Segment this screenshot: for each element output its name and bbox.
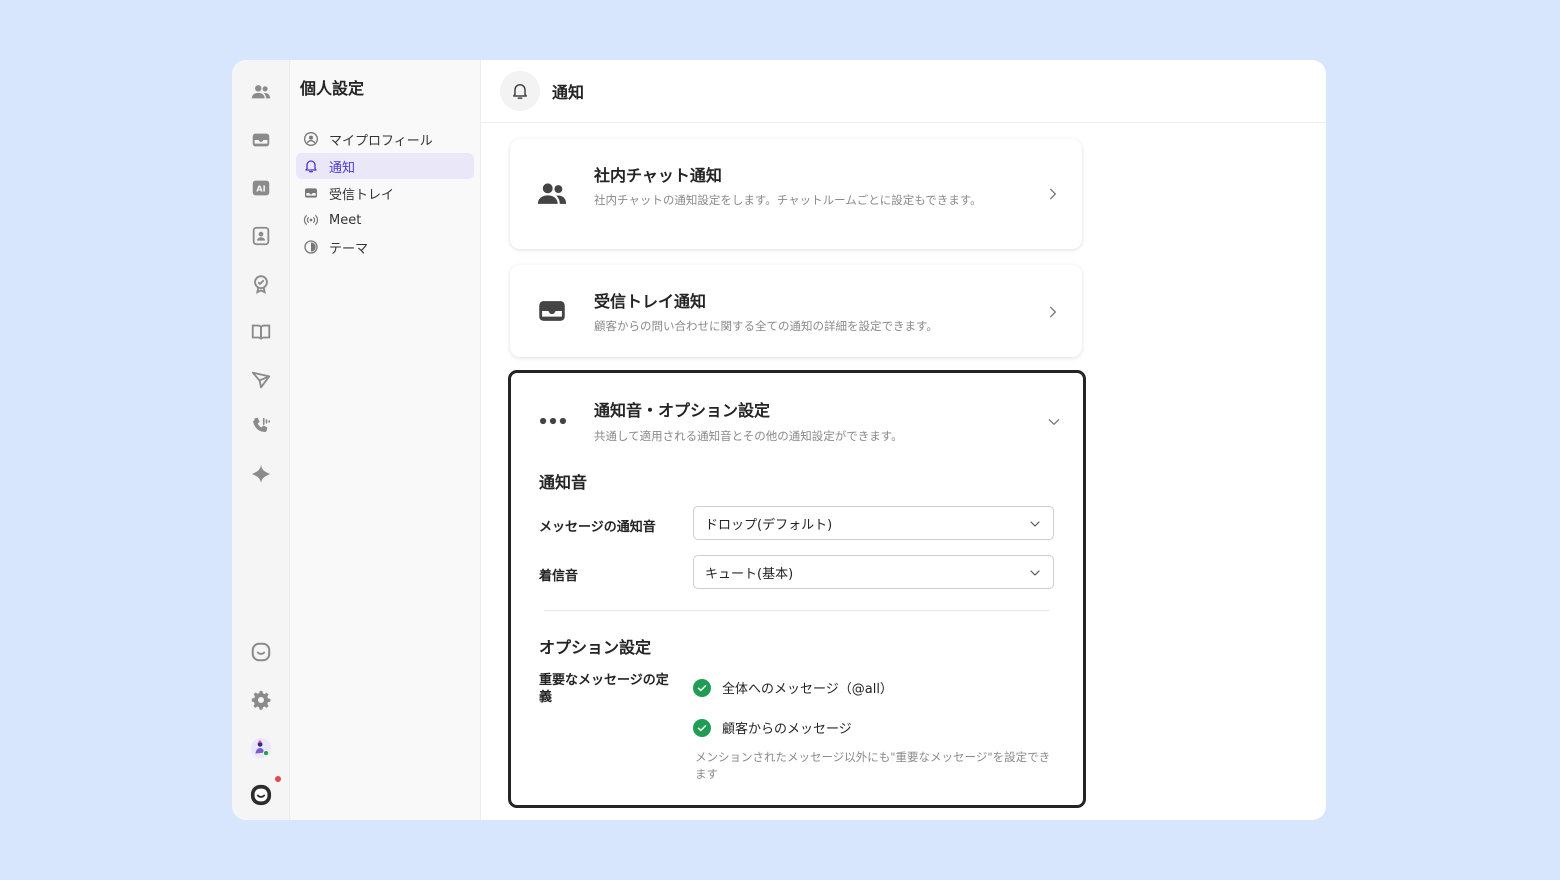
chevron-right-icon xyxy=(1050,188,1056,200)
nav-item-label: Meet xyxy=(329,212,362,228)
chat-notification-card[interactable]: 社内チャット通知 社内チャットの通知設定をします。チャットルームごとに設定もでき… xyxy=(510,139,1082,249)
gear-icon xyxy=(251,690,271,710)
card-title: 社内チャット通知 xyxy=(594,166,722,185)
nav-item-theme[interactable]: テーマ xyxy=(296,234,474,260)
badge-rail-button[interactable] xyxy=(245,268,277,300)
inbox-icon xyxy=(534,293,570,329)
chevron-down-icon xyxy=(1048,419,1060,425)
check-label: 全体へのメッセージ（@all） xyxy=(722,682,893,697)
inbox-icon xyxy=(302,184,320,202)
sound-option-card: 通知音・オプション設定 共通して適用される通知音とその他の通知設定ができます。 … xyxy=(508,370,1086,808)
nav-item-label: 受信トレイ xyxy=(329,187,395,203)
users-icon xyxy=(251,85,271,99)
settings-nav: 個人設定 マイプロフィール 通知 受信トレイ Meet テーマ xyxy=(290,60,481,820)
app-rail: AI xyxy=(232,60,290,820)
card-title: 受信トレイ通知 xyxy=(594,292,707,311)
notification-dot xyxy=(275,776,281,782)
inbox-rail-button[interactable] xyxy=(245,124,277,156)
section-divider xyxy=(544,610,1049,611)
contrast-icon xyxy=(302,238,320,256)
card-description: 共通して適用される通知音とその他の通知設定ができます。 xyxy=(594,429,903,443)
phone-rail-button[interactable] xyxy=(245,410,277,442)
send-icon xyxy=(251,371,271,389)
settings-nav-title: 個人設定 xyxy=(300,79,365,98)
award-check-icon xyxy=(254,275,268,294)
check-all-message[interactable]: 全体へのメッセージ（@all） xyxy=(693,678,893,697)
sound-section-title: 通知音 xyxy=(539,473,588,492)
nav-item-my-profile[interactable]: マイプロフィール xyxy=(296,126,474,152)
ai-rail-button[interactable]: AI xyxy=(245,172,277,204)
select-value: キュート(基本) xyxy=(705,566,794,582)
check-label: 顧客からのメッセージ xyxy=(722,722,852,737)
page-header: 通知 xyxy=(481,60,1326,123)
nav-item-label: 通知 xyxy=(329,160,356,176)
message-sound-label: メッセージの通知音 xyxy=(539,520,656,535)
broadcast-icon xyxy=(302,211,320,229)
check-customer-message[interactable]: 顧客からのメッセージ xyxy=(693,718,852,737)
more-dots-icon xyxy=(535,403,571,439)
ringtone-label: 着信音 xyxy=(539,569,579,584)
contacts-rail-button[interactable] xyxy=(245,220,277,252)
sound-option-card-header[interactable]: 通知音・オプション設定 共通して適用される通知音とその他の通知設定ができます。 xyxy=(511,373,1083,453)
app-window: AI 個人設定 マイプロフィール 通知 受信トレイ Meet テーマ 通知 社内… xyxy=(232,60,1326,820)
important-message-help: メンションされたメッセージ以外にも"重要なメッセージ"を設定できます xyxy=(695,750,1051,781)
bell-icon xyxy=(302,157,320,175)
nav-item-label: マイプロフィール xyxy=(329,133,433,149)
chat-bubble-icon xyxy=(251,642,271,662)
main-panel: 通知 社内チャット通知 社内チャットの通知設定をします。チャットルームごとに設定… xyxy=(481,60,1326,820)
card-title: 通知音・オプション設定 xyxy=(594,401,771,420)
svg-text:AI: AI xyxy=(256,184,265,194)
users-icon xyxy=(534,176,570,212)
avatar-icon xyxy=(250,737,272,759)
bell-icon xyxy=(500,71,540,111)
channel-rail-button[interactable] xyxy=(245,636,277,668)
option-section-title: オプション設定 xyxy=(539,638,652,657)
inbox-icon xyxy=(252,133,270,147)
team-chat-rail-button[interactable] xyxy=(245,76,277,108)
message-sound-select[interactable]: ドロップ(デフォルト) xyxy=(693,506,1054,540)
docs-rail-button[interactable] xyxy=(245,316,277,348)
important-message-label: 重要なメッセージの定義 xyxy=(539,673,669,705)
nav-item-inbox[interactable]: 受信トレイ xyxy=(296,180,474,206)
chevron-right-icon xyxy=(1050,306,1056,318)
ai-icon: AI xyxy=(252,180,270,196)
phone-icon xyxy=(253,417,271,432)
select-value: ドロップ(デフォルト) xyxy=(705,517,833,533)
checkmark-icon[interactable] xyxy=(693,678,711,697)
nav-item-label: テーマ xyxy=(329,241,369,257)
channel-talk-logo-button[interactable] xyxy=(245,779,277,811)
channel-logo-icon xyxy=(250,784,272,806)
contact-book-icon xyxy=(252,226,270,246)
settings-rail-button[interactable] xyxy=(245,684,277,716)
card-description: 社内チャットの通知設定をします。チャットルームごとに設定もできます。 xyxy=(594,193,982,207)
inbox-notification-card[interactable]: 受信トレイ通知 顧客からの問い合わせに関する全ての通知の詳細を設定できます。 xyxy=(510,265,1082,357)
sparkle-icon xyxy=(251,464,271,484)
page-title: 通知 xyxy=(552,83,585,102)
nav-item-meet[interactable]: Meet xyxy=(296,207,474,233)
chevron-down-icon xyxy=(1030,570,1040,576)
nav-item-notifications[interactable]: 通知 xyxy=(296,153,474,179)
user-circle-icon xyxy=(302,130,320,148)
user-avatar-button[interactable] xyxy=(245,732,277,764)
send-rail-button[interactable] xyxy=(245,364,277,396)
checkmark-icon[interactable] xyxy=(693,718,711,737)
book-icon xyxy=(251,324,271,340)
card-description: 顧客からの問い合わせに関する全ての通知の詳細を設定できます。 xyxy=(594,319,938,333)
sparkle-rail-button[interactable] xyxy=(245,458,277,490)
chevron-down-icon xyxy=(1030,521,1040,527)
ringtone-select[interactable]: キュート(基本) xyxy=(693,555,1054,589)
